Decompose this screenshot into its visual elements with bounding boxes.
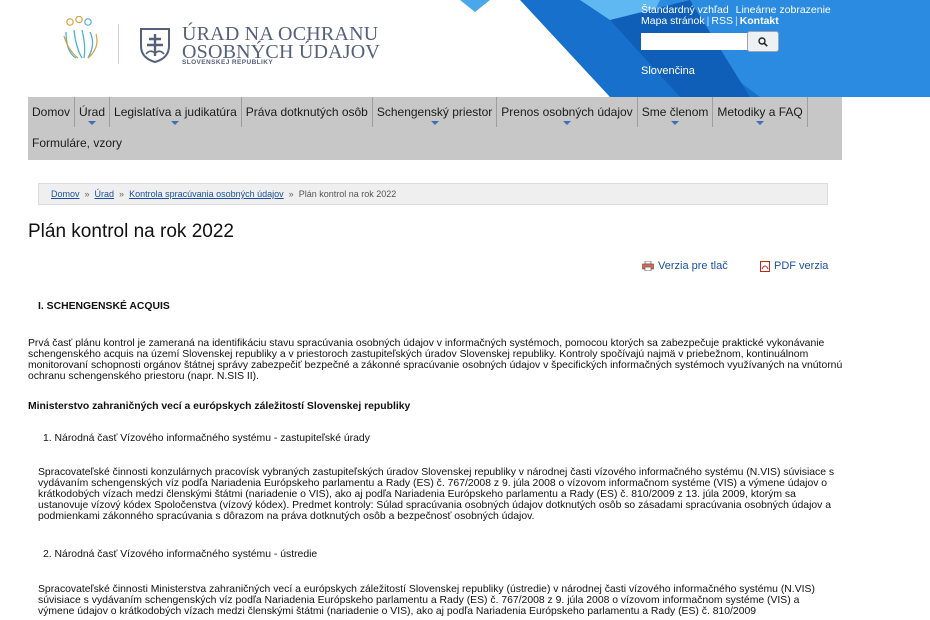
- pdf-version-label: PDF verzia: [774, 260, 829, 272]
- dropdown-caret-icon: [756, 121, 765, 125]
- dropdown-caret-icon: [430, 121, 439, 125]
- nav-item-label: Sme členom: [641, 105, 709, 119]
- rss-link[interactable]: RSS: [711, 15, 733, 27]
- breadcrumb-separator: »: [119, 189, 125, 199]
- nav-item-label: Prenos osobných údajov: [501, 105, 633, 119]
- nav-item-label: Legislatíva a judikatúra: [114, 105, 237, 119]
- list-item-text: Spracovateľské činnosti Ministerstva zah…: [38, 584, 815, 617]
- dropdown-caret-icon: [671, 121, 680, 125]
- dropdown-caret-icon: [562, 121, 571, 125]
- breadcrumb-current: Plán kontrol na rok 2022: [298, 189, 397, 199]
- logo-subtitle: SLOVENSKEJ REPUBLIKY: [182, 59, 274, 66]
- search-button[interactable]: [747, 31, 779, 52]
- list-item-title: 1. Národná časť Vízového informačného sy…: [43, 433, 370, 444]
- list-item-title: 2. Národná časť Vízového informačného sy…: [43, 549, 318, 560]
- nav-item-rights[interactable]: Práva dotknutých osôb: [242, 97, 373, 127]
- main-navigation: Domov Úrad Legislatíva a judikatúra Práv…: [28, 97, 842, 160]
- breadcrumb-separator: »: [288, 189, 294, 199]
- nav-row-2: Formuláre, vzory: [28, 128, 126, 158]
- nav-item-label: Domov: [32, 105, 71, 119]
- intro-paragraph: Prvá časť plánu kontrol je zameraná na i…: [28, 338, 843, 382]
- search-input[interactable]: [641, 33, 749, 50]
- header-utility-links: Štandardný vzhľad Lineárne zobrazenie Ma…: [641, 4, 831, 27]
- search-icon: [758, 36, 768, 47]
- breadcrumb-separator: »: [84, 189, 90, 199]
- print-version-link[interactable]: Verzia pre tlač: [642, 260, 728, 272]
- nav-item-label: Schengenský priestor: [376, 105, 493, 119]
- page-title: Plán kontrol na rok 2022: [28, 221, 234, 242]
- nav-item-label: Formuláre, vzory: [32, 136, 123, 150]
- nav-item-label: Úrad: [79, 105, 106, 119]
- language-switch[interactable]: Slovenčina: [641, 65, 695, 77]
- nav-item-membership[interactable]: Sme členom: [638, 97, 714, 127]
- sitemap-link[interactable]: Mapa stránok: [641, 15, 705, 27]
- pdf-icon: [760, 260, 770, 272]
- breadcrumb: Domov » Úrad » Kontrola spracúvania osobný…: [38, 183, 828, 205]
- breadcrumb-link-control[interactable]: Kontrola spracúvania osobných údajov: [129, 189, 284, 199]
- site-header: ÚRAD NA OCHRANU OSOBNÝCH ÚDAJOV SLOVENSK…: [0, 0, 930, 97]
- breadcrumb-link-office[interactable]: Úrad: [95, 189, 115, 199]
- list-item-text: Spracovateľské činnosti konzulárnych pra…: [38, 467, 835, 522]
- ministry-heading: Ministerstvo zahraničných vecí a európsk…: [28, 401, 411, 412]
- dropdown-caret-icon: [88, 121, 97, 125]
- section-heading: I. SCHENGENSKÉ ACQUIS: [38, 301, 170, 312]
- logo-divider: [118, 24, 119, 64]
- nav-row-1: Domov Úrad Legislatíva a judikatúra Práv…: [28, 97, 808, 127]
- office-logo-icon[interactable]: [62, 16, 104, 62]
- nav-item-methodology[interactable]: Metodiky a FAQ: [713, 97, 808, 127]
- printer-icon: [642, 261, 654, 271]
- print-version-label: Verzia pre tlač: [658, 260, 728, 272]
- nav-item-label: Práva dotknutých osôb: [245, 105, 368, 119]
- dropdown-caret-icon: [171, 121, 180, 125]
- nav-item-schengen[interactable]: Schengenský priestor: [373, 97, 498, 127]
- nav-item-forms[interactable]: Formuláre, vzory: [28, 128, 126, 158]
- contact-link[interactable]: Kontakt: [740, 15, 779, 27]
- nav-item-label: Metodiky a FAQ: [717, 105, 803, 119]
- state-crest-icon: [140, 28, 170, 64]
- nav-item-transfer[interactable]: Prenos osobných údajov: [497, 97, 638, 127]
- nav-item-office[interactable]: Úrad: [75, 97, 111, 127]
- pdf-version-link[interactable]: PDF verzia: [760, 260, 828, 272]
- nav-item-legislation[interactable]: Legislatíva a judikatúra: [110, 97, 242, 127]
- breadcrumb-link-home[interactable]: Domov: [51, 189, 80, 199]
- nav-item-home[interactable]: Domov: [28, 97, 76, 127]
